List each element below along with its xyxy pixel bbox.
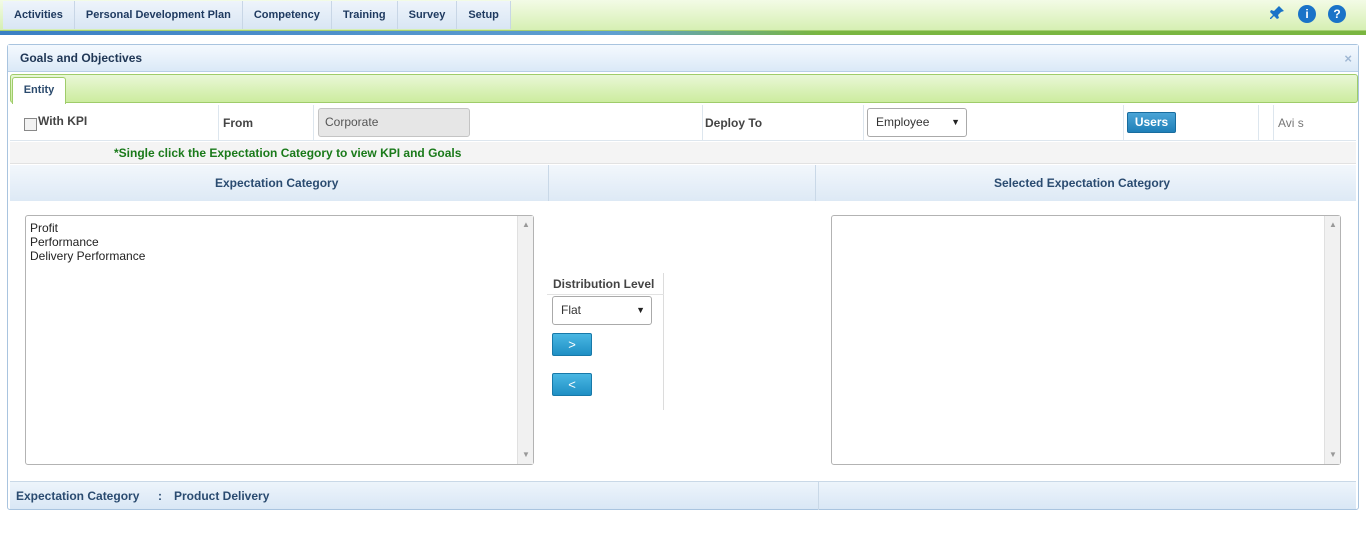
footer-row: Expectation Category : Product Delivery [10, 481, 1356, 510]
distribution-level-label: Distribution Level [553, 277, 655, 291]
cell-divider [218, 105, 219, 141]
cell-divider [702, 105, 703, 141]
scroll-down-icon[interactable]: ▼ [518, 448, 534, 462]
cell-divider [313, 105, 314, 141]
footer-label: Expectation Category [16, 489, 140, 503]
menu-competency[interactable]: Competency [242, 1, 332, 29]
list-scrollbar[interactable]: ▲ ▼ [1324, 216, 1340, 464]
list-item[interactable]: Delivery Performance [30, 249, 145, 263]
deploy-to-label: Deploy To [705, 116, 763, 130]
list-item[interactable]: Profit [30, 221, 145, 235]
deploy-to-value: Employee [876, 115, 930, 129]
expectation-category-header: Expectation Category [215, 176, 339, 190]
toolbar-icons: i ? [1268, 5, 1346, 23]
dropdown-arrow-icon: ▼ [951, 117, 960, 127]
from-field[interactable]: Corporate [318, 108, 470, 137]
header-divider [815, 165, 816, 201]
help-icon[interactable]: ? [1328, 5, 1346, 23]
user-name-text: Avi s [1278, 116, 1304, 130]
menu-setup[interactable]: Setup [457, 1, 511, 29]
scroll-up-icon[interactable]: ▲ [1325, 218, 1341, 232]
add-category-button[interactable]: > [552, 333, 592, 356]
pin-icon[interactable] [1268, 5, 1286, 23]
list-scrollbar[interactable]: ▲ ▼ [517, 216, 533, 464]
footer-divider [818, 482, 819, 510]
hint-text: *Single click the Expectation Category t… [114, 146, 462, 160]
distribution-level-select[interactable]: Flat ▼ [552, 296, 652, 325]
scroll-up-icon[interactable]: ▲ [518, 218, 534, 232]
cell-divider [863, 105, 864, 141]
hint-row: *Single click the Expectation Category t… [10, 142, 1356, 164]
menu-survey[interactable]: Survey [397, 1, 458, 29]
cell-divider [1123, 105, 1124, 141]
scroll-down-icon[interactable]: ▼ [1325, 448, 1341, 462]
from-label: From [223, 116, 253, 130]
top-nav-bar: Activities Personal Development Plan Com… [0, 0, 1366, 35]
footer-value: Product Delivery [174, 489, 270, 503]
header-divider [548, 165, 549, 201]
with-kpi-checkbox[interactable] [24, 118, 37, 131]
expectation-category-list[interactable]: Profit Performance Delivery Performance … [25, 215, 534, 465]
divider [547, 294, 664, 295]
panel-title: Goals and Objectives [20, 51, 143, 65]
column-header-row: Expectation Category Selected Expectatio… [10, 165, 1356, 201]
list-item[interactable]: Performance [30, 235, 145, 249]
list-items: Profit Performance Delivery Performance [30, 221, 145, 263]
main-menu: Activities Personal Development Plan Com… [3, 1, 511, 29]
footer-separator: : [158, 489, 162, 503]
selected-category-header: Selected Expectation Category [994, 176, 1171, 190]
close-icon[interactable]: × [1344, 51, 1352, 66]
tab-strip: Entity [10, 74, 1358, 104]
menu-personal-development-plan[interactable]: Personal Development Plan [74, 1, 243, 29]
distribution-level-value: Flat [561, 303, 582, 317]
remove-category-button[interactable]: < [552, 373, 592, 396]
deploy-to-select[interactable]: Employee ▼ [867, 108, 967, 137]
menu-activities[interactable]: Activities [3, 1, 75, 29]
goals-panel: Goals and Objectives × Entity With KPI F… [7, 44, 1359, 510]
menu-training[interactable]: Training [331, 1, 398, 29]
cell-divider [1273, 105, 1274, 141]
info-icon[interactable]: i [1298, 5, 1316, 23]
cell-divider [1258, 105, 1259, 141]
nav-accent-bar [0, 31, 1366, 35]
panel-header: Goals and Objectives × [8, 45, 1358, 72]
filter-row: With KPI From Corporate Deploy To Employ… [10, 105, 1356, 141]
users-button[interactable]: Users [1127, 112, 1176, 133]
selected-category-list[interactable]: ▲ ▼ [831, 215, 1341, 465]
with-kpi-label: With KPI [38, 114, 88, 128]
dropdown-arrow-icon: ▼ [636, 305, 645, 315]
tab-entity[interactable]: Entity [12, 77, 66, 104]
